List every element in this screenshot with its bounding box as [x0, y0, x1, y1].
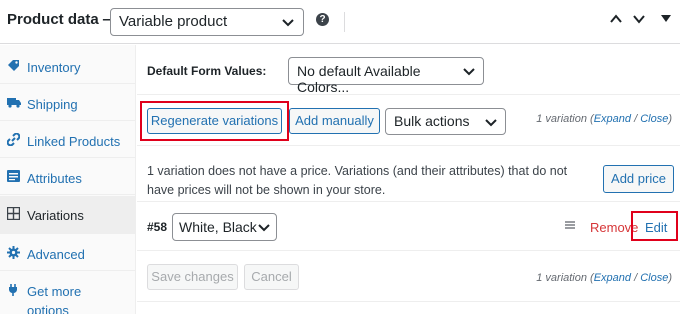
- close-link[interactable]: Close: [640, 272, 668, 284]
- sidebar-item-label: Inventory: [27, 60, 81, 75]
- sidebar-item-label: Linked Products: [27, 134, 121, 149]
- edit-variation-link[interactable]: Edit: [645, 220, 667, 235]
- separator-slash: /: [631, 272, 641, 284]
- product-data-title: Product data —: [7, 11, 118, 28]
- grid-icon: [6, 206, 21, 221]
- cancel-button[interactable]: Cancel: [244, 264, 299, 290]
- sidebar-item-label: Shipping: [27, 97, 78, 112]
- missing-price-notice: 1 variation does not have a price. Varia…: [137, 147, 680, 202]
- product-data-tabs: Inventory Shipping Linked Products Attri…: [0, 45, 136, 314]
- default-form-values-select[interactable]: No default Available Colors...: [288, 57, 484, 95]
- bulk-actions-value: Bulk actions: [394, 113, 470, 129]
- sidebar-item-label: Variations: [27, 208, 84, 223]
- variation-count-footer: 1 variation (Expand / Close): [536, 272, 672, 284]
- list-icon: [7, 170, 21, 184]
- variation-row: #58 White, Black, Remove Edit: [137, 203, 680, 251]
- sidebar-item-get-more-options[interactable]: Get more options: [0, 272, 135, 314]
- variation-count-text: 1 variation (: [536, 113, 594, 125]
- chevron-down-icon: [281, 13, 295, 31]
- close-paren: ): [668, 113, 672, 125]
- default-form-values-row: Default Form Values: No default Availabl…: [137, 45, 680, 95]
- variation-attribute-select[interactable]: White, Black,: [172, 213, 277, 241]
- variation-id: #58: [147, 220, 168, 234]
- help-icon[interactable]: ?: [316, 13, 329, 26]
- add-manually-button[interactable]: Add manually: [289, 108, 380, 134]
- add-price-button[interactable]: Add price: [603, 165, 674, 193]
- header-divider: [344, 12, 345, 32]
- sidebar-item-linked-products[interactable]: Linked Products: [0, 122, 135, 158]
- product-data-header: Product data — Variable product ?: [0, 0, 680, 44]
- product-type-value: Variable product: [119, 13, 228, 30]
- sidebar-item-shipping[interactable]: Shipping: [0, 85, 135, 121]
- variation-attribute-value: White, Black,: [179, 219, 261, 235]
- default-form-values-label: Default Form Values:: [147, 64, 267, 78]
- variations-panel: Default Form Values: No default Availabl…: [137, 45, 680, 314]
- bulk-actions-select[interactable]: Bulk actions: [385, 108, 506, 135]
- chevron-down-icon: [484, 113, 498, 131]
- sidebar-item-label: Attributes: [27, 171, 82, 186]
- save-changes-button[interactable]: Save changes: [147, 264, 238, 290]
- variation-count-text: 1 variation (: [536, 272, 594, 284]
- product-type-select[interactable]: Variable product: [110, 8, 304, 36]
- default-form-values-value: No default Available Colors...: [297, 63, 421, 95]
- sidebar-item-advanced[interactable]: Advanced: [0, 235, 135, 271]
- sidebar-item-inventory[interactable]: Inventory: [0, 48, 135, 84]
- expand-link[interactable]: Expand: [594, 113, 631, 125]
- regenerate-variations-button[interactable]: Regenerate variations: [147, 108, 282, 134]
- notice-text: 1 variation does not have a price. Varia…: [147, 164, 568, 197]
- variations-toolbar: Regenerate variations Add manually Bulk …: [137, 96, 680, 146]
- gear-icon: [7, 246, 21, 260]
- sidebar-item-label: Advanced: [27, 247, 85, 262]
- variations-footer: Save changes Cancel 1 variation (Expand …: [137, 252, 680, 302]
- expand-link[interactable]: Expand: [594, 272, 631, 284]
- move-down-icon[interactable]: [632, 12, 646, 31]
- sidebar-item-attributes[interactable]: Attributes: [0, 159, 135, 195]
- plug-icon: [7, 283, 21, 297]
- drag-handle-icon[interactable]: [564, 219, 576, 234]
- inventory-icon: [7, 59, 21, 73]
- chevron-down-icon: [257, 218, 271, 236]
- toggle-panel-icon[interactable]: [660, 14, 672, 27]
- chevron-down-icon: [462, 62, 476, 80]
- link-icon: [6, 132, 21, 147]
- close-link[interactable]: Close: [640, 113, 668, 125]
- truck-icon: [7, 96, 21, 110]
- move-up-icon[interactable]: [609, 12, 623, 31]
- separator-slash: /: [631, 113, 641, 125]
- sidebar-item-variations[interactable]: Variations: [0, 196, 135, 234]
- close-paren: ): [668, 272, 672, 284]
- sidebar-item-label: Get more options: [27, 284, 82, 314]
- variation-count: 1 variation (Expand / Close): [536, 113, 672, 125]
